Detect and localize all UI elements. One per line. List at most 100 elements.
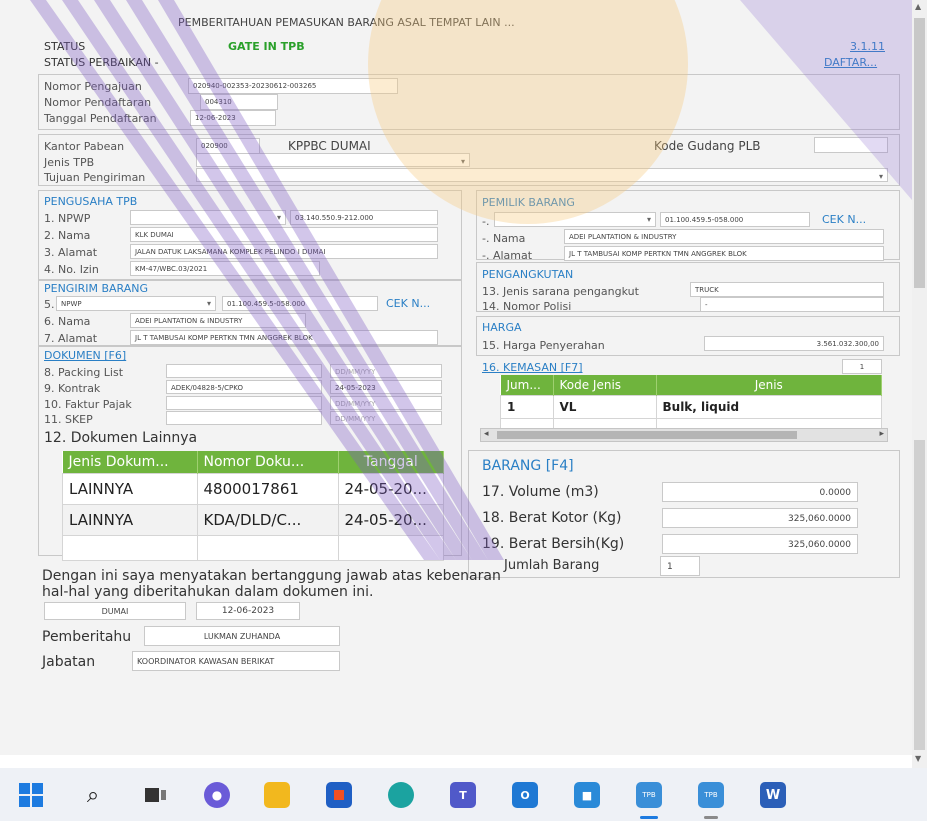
version-link[interactable]: 3.1.11 [850, 40, 885, 53]
windows-start-icon[interactable] [18, 782, 44, 808]
dok-col-tanggal[interactable]: Tanggal [338, 451, 444, 474]
dokumen-header[interactable]: DOKUMEN [F6] [44, 349, 126, 362]
jumlah-barang-field[interactable]: 1 [660, 556, 700, 576]
nama-field[interactable]: KLK DUMAI [130, 227, 438, 242]
app-icon[interactable]: ■ [574, 782, 600, 808]
active-indicator [640, 816, 658, 819]
pemilik-alamat-field[interactable]: JL T TAMBUSAI KOMP PERTKN TMN ANGGREK BL… [564, 246, 884, 261]
pemilik-cek-link[interactable]: CEK N... [822, 213, 866, 226]
kontrak-date-field[interactable]: 24-05-2023 [330, 380, 442, 394]
izin-field[interactable]: KM-47/WBC.03/2021 [130, 261, 320, 276]
kemasan-col-jenis[interactable]: Jenis [656, 375, 882, 396]
dok-col-jenis[interactable]: Jenis Dokum... [62, 451, 198, 474]
kota-field[interactable]: DUMAI [44, 602, 186, 620]
pengirim-npwp-field[interactable]: 01.100.459.5-058.000 [222, 296, 378, 311]
dok-col-nomor[interactable]: Nomor Doku... [197, 451, 339, 474]
search-icon[interactable]: ⌕ [80, 782, 106, 808]
jabatan-field[interactable]: KOORDINATOR KAWASAN BERIKAT [132, 651, 340, 671]
teams-icon[interactable]: T [450, 782, 476, 808]
pengirim-nama-field[interactable]: ADEI PLANTATION & INDUSTRY [130, 313, 306, 328]
scroll-thumb[interactable] [914, 18, 925, 288]
npwp-type-select[interactable]: ▾ [130, 210, 286, 225]
volume-field[interactable]: 0.0000 [662, 482, 858, 502]
edge-icon[interactable] [388, 782, 414, 808]
word-icon[interactable]: W [760, 782, 786, 808]
store-icon[interactable] [326, 782, 352, 808]
tpb-label: TPB [704, 791, 718, 799]
pemilik-nama-field[interactable]: ADEI PLANTATION & INDUSTRY [564, 229, 884, 244]
pemilik-nama-label: -. Nama [482, 232, 526, 245]
word-label: W [765, 787, 781, 803]
tpb-app-icon[interactable]: TPB [636, 782, 662, 808]
berat-bersih-field[interactable]: 325,060.0000 [662, 534, 858, 554]
jenis-sarana-field[interactable]: TRUCK [690, 282, 884, 297]
tanggal-field[interactable]: 12-06-2023 [196, 602, 300, 620]
chevron-down-icon: ▾ [276, 213, 281, 222]
scroll-thumb-lower[interactable] [914, 440, 925, 750]
tujuan-select[interactable]: ▾ [196, 168, 888, 182]
nomor-polisi-field[interactable]: - [700, 297, 884, 312]
packing-date-field[interactable]: DD/MM/YYY [330, 364, 442, 378]
tpb-app-icon-2[interactable]: TPB [698, 782, 724, 808]
pemilik-npwp-type-select[interactable]: ▾ [494, 212, 656, 227]
kemasan-header[interactable]: 16. KEMASAN [F7] [482, 361, 583, 374]
harga-penyerahan-field[interactable]: 3.561.032.300,00 [704, 336, 884, 351]
scroll-right-icon[interactable]: ▸ [879, 429, 884, 439]
barang-header[interactable]: BARANG [F4] [482, 458, 574, 474]
table-row[interactable]: LAINNYA KDA/DLD/C... 24-05-20... [62, 504, 444, 536]
kemasan-cell: 1 [500, 395, 554, 419]
jenis-tpb-select[interactable]: ▾ [196, 153, 470, 167]
task-view-icon[interactable] [142, 782, 168, 808]
dok-cell: 24-05-20... [337, 473, 444, 505]
faktur-label: 10. Faktur Pajak [44, 398, 132, 411]
npwp-label: 1. NPWP [44, 212, 91, 225]
faktur-field[interactable] [166, 396, 322, 410]
kemasan-hscrollbar[interactable]: ◂ ▸ [480, 428, 888, 442]
tanggal-pendaftaran-field[interactable]: 12-06-2023 [190, 110, 276, 126]
pengusaha-header: PENGUSAHA TPB [44, 195, 138, 208]
pemilik-npwp-field[interactable]: 01.100.459.5-058.000 [660, 212, 810, 227]
npwp-field[interactable]: 03.140.550.9-212.000 [290, 210, 438, 225]
dok-cell: LAINNYA [62, 473, 198, 505]
kontrak-label: 9. Kontrak [44, 382, 101, 395]
nomor-pendaftaran-label: Nomor Pendaftaran [44, 96, 152, 109]
kemasan-col-jumlah[interactable]: Jum... [500, 375, 554, 396]
daftar-link[interactable]: DAFTAR... [824, 56, 877, 69]
vertical-scrollbar[interactable]: ▲ ▼ [912, 0, 927, 770]
jenis-tpb-label: Jenis TPB [44, 156, 95, 169]
pengirim-alamat-label: 7. Alamat [44, 332, 98, 345]
pengirim-alamat-field[interactable]: JL T TAMBUSAI KOMP PERTKN TMN ANGGREK BL… [130, 330, 438, 345]
chat-icon[interactable]: ● [204, 782, 230, 808]
kode-gudang-field[interactable] [814, 137, 888, 153]
table-row[interactable]: LAINNYA 4800017861 24-05-20... [62, 473, 444, 505]
file-explorer-icon[interactable] [264, 782, 290, 808]
outlook-icon[interactable]: O [512, 782, 538, 808]
pengirim-nama-label: 6. Nama [44, 315, 91, 328]
pengirim-npwp-type-select[interactable]: NPWP ▾ [56, 296, 216, 311]
berat-kotor-field[interactable]: 325,060.0000 [662, 508, 858, 528]
window-title: PEMBERITAHUAN PEMASUKAN BARANG ASAL TEMP… [178, 16, 515, 29]
faktur-date-field[interactable]: DD/MM/YYY [330, 396, 442, 410]
status-label: STATUS [44, 40, 86, 53]
scroll-down-icon[interactable]: ▼ [915, 754, 921, 763]
jabatan-label: Jabatan [42, 654, 96, 670]
table-row[interactable]: 1 VL Bulk, liquid [500, 395, 882, 419]
harga-penyerahan-label: 15. Harga Penyerahan [482, 339, 605, 352]
alamat-field[interactable]: JALAN DATUK LAKSAMANA KOMPLEK PELINDO I … [130, 244, 438, 259]
scroll-left-icon[interactable]: ◂ [484, 429, 489, 439]
kemasan-col-kode[interactable]: Kode Jenis [553, 375, 657, 396]
skep-field[interactable] [166, 411, 322, 425]
pemberitahu-field[interactable]: LUKMAN ZUHANDA [144, 626, 340, 646]
nomor-pengajuan-field[interactable]: 020940-002353-20230612-003265 [188, 78, 398, 94]
kontrak-field[interactable]: ADEK/04828-5/CPKO [166, 380, 322, 394]
pengirim-cek-link[interactable]: CEK N... [386, 297, 430, 310]
scroll-thumb[interactable] [497, 431, 797, 439]
chevron-down-icon: ▾ [460, 157, 465, 166]
nomor-pendaftaran-field[interactable]: 004310 [200, 94, 278, 110]
npwp-type: NPWP [61, 300, 82, 308]
kantor-kode-field[interactable]: 020900 [196, 138, 260, 154]
skep-date-field[interactable]: DD/MM/YYY [330, 411, 442, 425]
packing-field[interactable] [166, 364, 322, 378]
scroll-up-icon[interactable]: ▲ [915, 2, 921, 11]
kemasan-count-field[interactable]: 1 [842, 359, 882, 374]
